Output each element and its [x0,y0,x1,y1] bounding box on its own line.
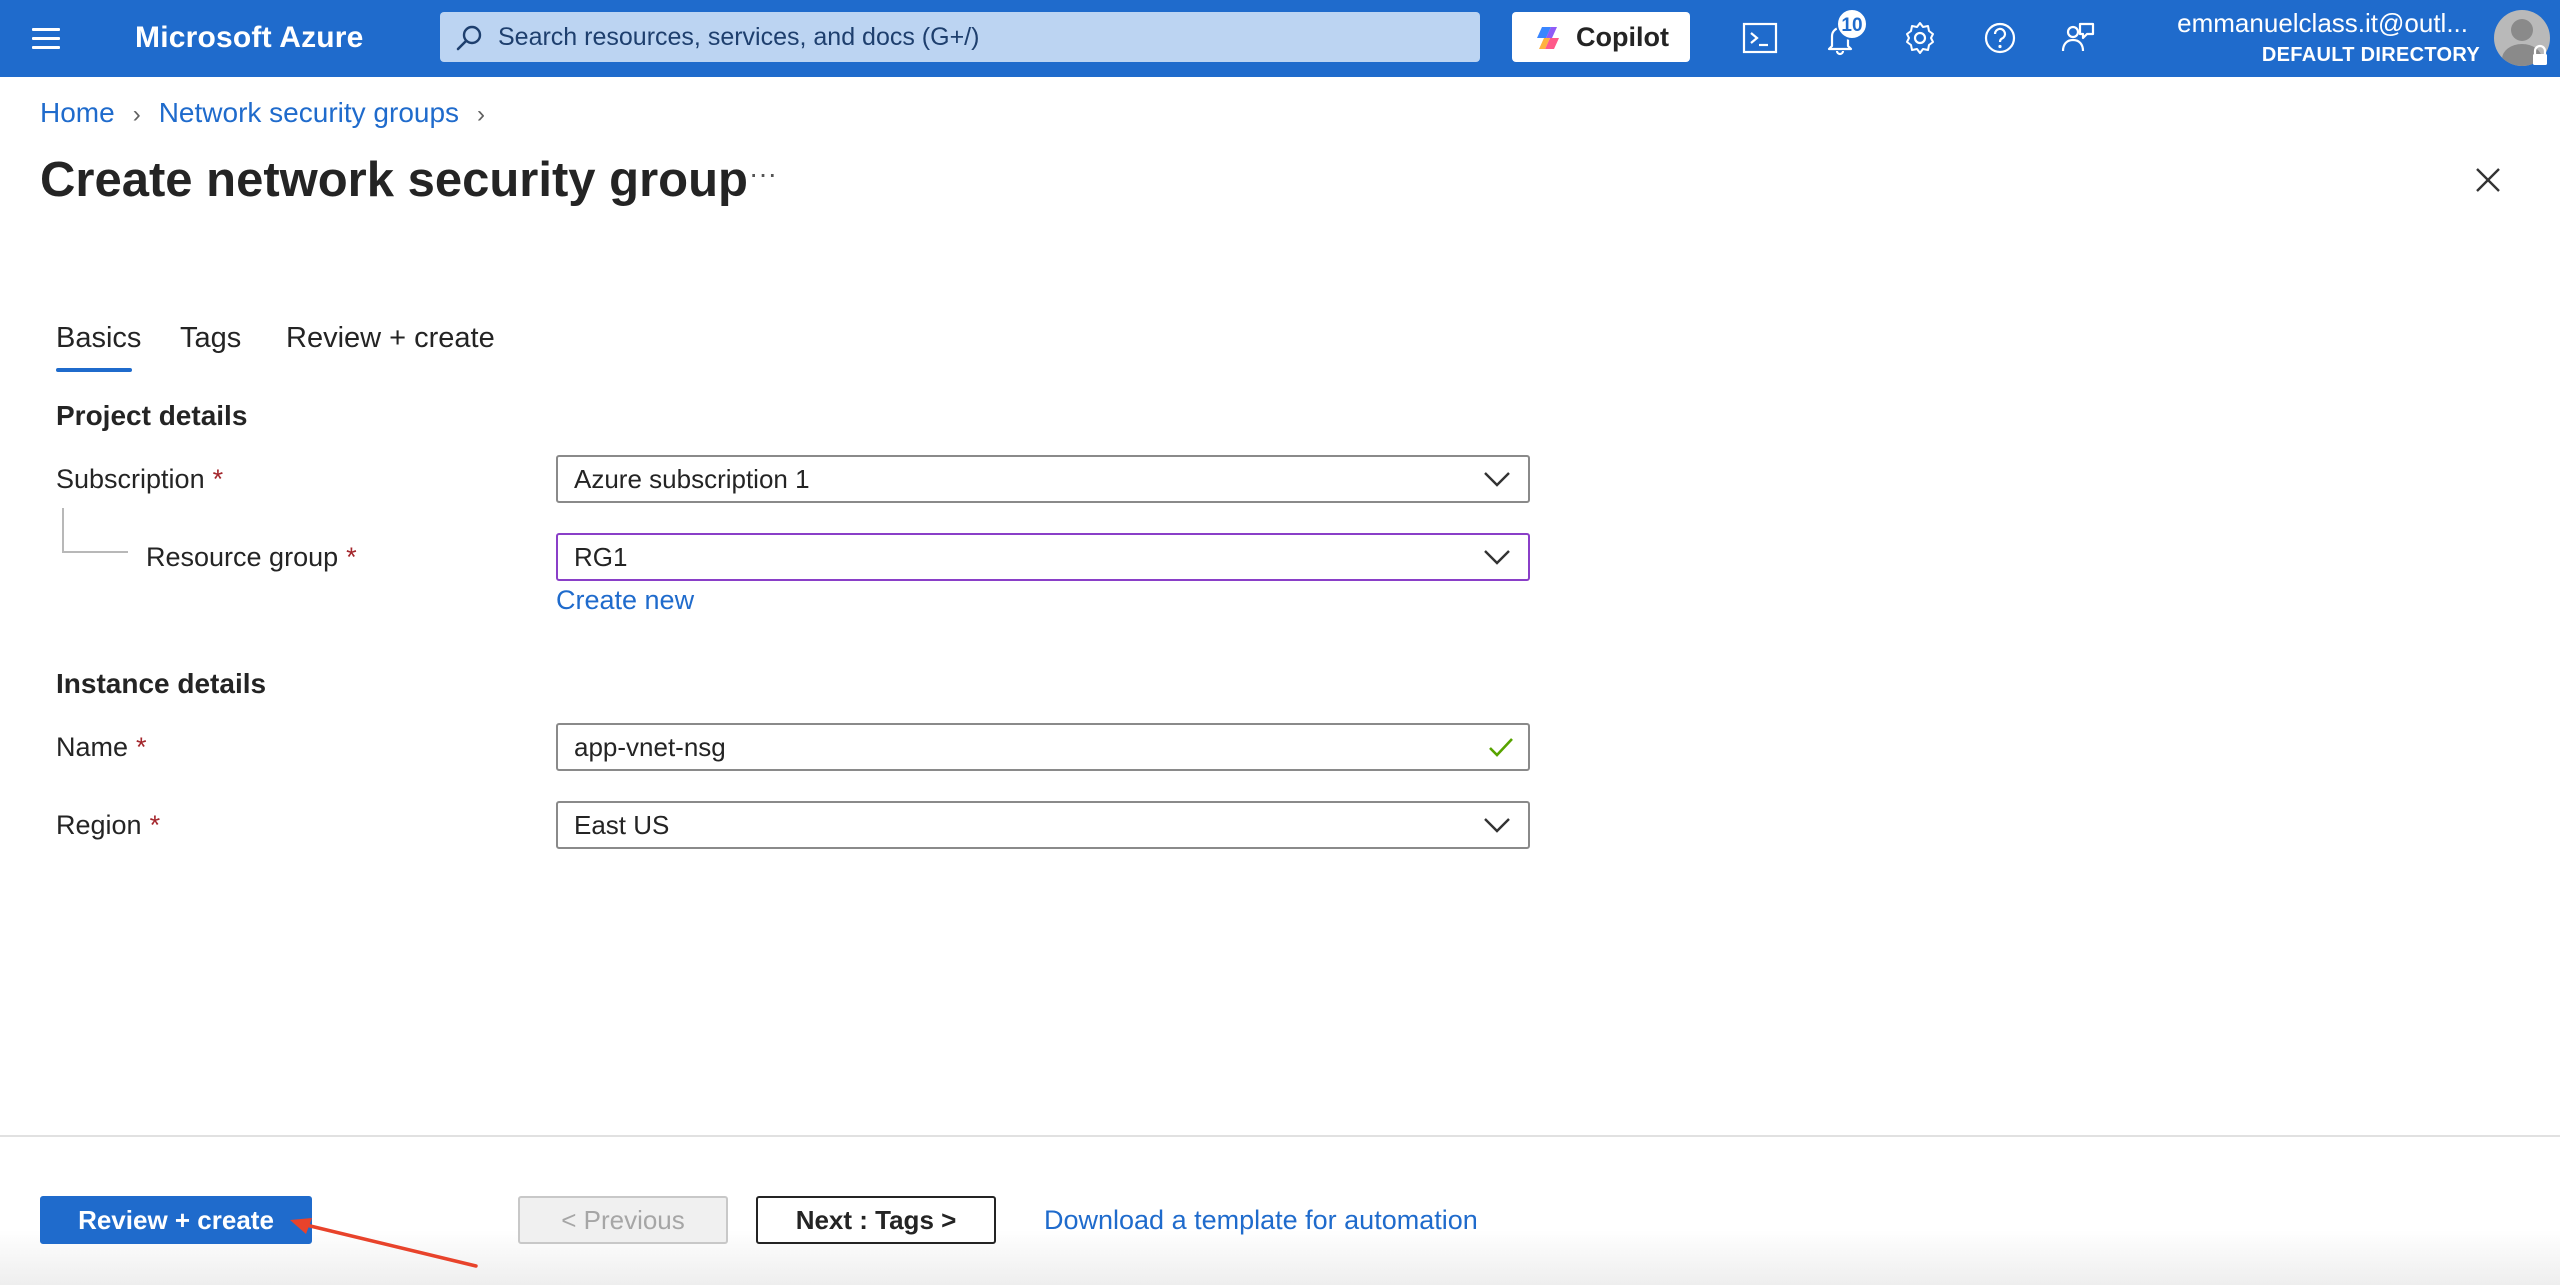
name-label: Name * [56,732,147,762]
gear-icon[interactable] [1900,18,1940,58]
region-value: East US [574,810,670,840]
copilot-button[interactable]: Copilot [1512,12,1690,62]
subscription-value: Azure subscription 1 [574,464,810,494]
tab-review-create[interactable]: Review + create [286,318,495,358]
name-value: app-vnet-nsg [574,732,726,762]
tree-connector [62,551,128,553]
copilot-icon [1537,27,1559,49]
breadcrumb: Home › Network security groups › [40,96,503,130]
chevron-down-icon [1484,550,1510,565]
annotation-arrow-icon [290,1218,478,1268]
region-label: Region * [56,810,161,840]
account-directory[interactable]: DEFAULT DIRECTORY [2158,40,2480,70]
previous-button[interactable]: < Previous [518,1196,728,1244]
chevron-down-icon [1484,472,1510,487]
brand-title[interactable]: Microsoft Azure [135,18,364,58]
active-tab-indicator [56,368,132,372]
create-new-link[interactable]: Create new [556,582,694,618]
notification-count-badge: 10 [1836,8,1868,40]
close-icon[interactable] [2468,160,2508,200]
copilot-label: Copilot [1576,22,1669,52]
resource-group-value: RG1 [574,542,628,572]
instance-details-heading: Instance details [56,668,267,699]
review-create-button[interactable]: Review + create [40,1196,312,1244]
help-icon[interactable] [1980,18,2020,58]
more-options-icon[interactable]: ··· [748,160,778,196]
name-input[interactable]: app-vnet-nsg [556,723,1530,771]
page-title: Create network security group [40,153,748,207]
required-marker: * [149,810,161,840]
resource-group-dropdown[interactable]: RG1 [556,533,1530,581]
download-template-link[interactable]: Download a template for automation [1044,1200,1478,1240]
feedback-icon[interactable] [2058,18,2098,58]
footer-divider [0,1135,2560,1137]
chevron-right-icon: › [477,101,486,128]
top-bar: Microsoft Azure Search resources, servic… [0,0,2560,77]
next-tags-button[interactable]: Next : Tags > [756,1196,996,1244]
chevron-down-icon [1484,818,1510,833]
required-marker: * [212,464,224,494]
chevron-right-icon: › [132,101,141,128]
tab-tags[interactable]: Tags [180,318,241,358]
global-search-box[interactable]: Search resources, services, and docs (G+… [440,12,1480,62]
region-dropdown[interactable]: East US [556,801,1530,849]
tab-basics[interactable]: Basics [56,318,141,358]
cloud-shell-icon[interactable] [1740,18,1780,58]
hamburger-menu-icon[interactable] [26,22,70,56]
search-icon [456,25,482,51]
project-details-heading: Project details [56,400,248,431]
checkmark-icon [1489,738,1513,757]
search-placeholder[interactable]: Search resources, services, and docs (G+… [498,12,979,62]
subscription-dropdown[interactable]: Azure subscription 1 [556,455,1530,503]
breadcrumb-home[interactable]: Home [40,97,115,128]
subscription-label: Subscription * [56,464,224,494]
lock-icon [2533,44,2547,65]
resource-group-label: Resource group * [146,542,357,572]
tree-connector [62,508,64,552]
required-marker: * [346,542,357,572]
required-marker: * [136,732,147,762]
account-email[interactable]: emmanuelclass.it@outl... [2158,6,2468,40]
breadcrumb-network-security-groups[interactable]: Network security groups [159,97,459,128]
